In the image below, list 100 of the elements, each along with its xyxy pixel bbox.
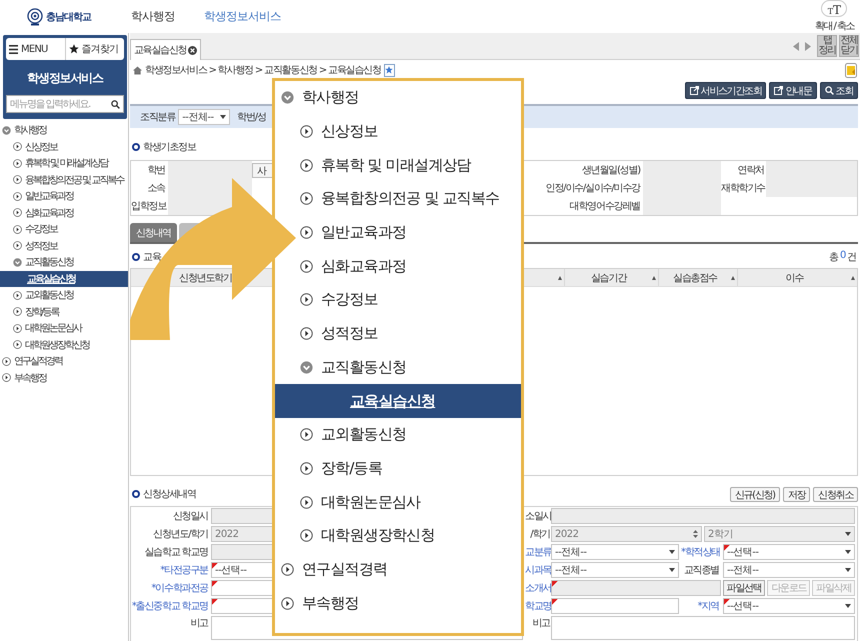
play-circle-icon[interactable] <box>2 356 11 366</box>
form-button[interactable]: 신청취소 <box>813 486 858 502</box>
play-circle-icon[interactable] <box>281 562 294 576</box>
down-circle-icon[interactable] <box>2 126 11 135</box>
menu-item[interactable]: 융복합창의전공 및 교직복수 <box>13 172 128 188</box>
menu-item[interactable]: 교외활동신청 <box>300 418 521 452</box>
caret-icon <box>669 568 675 572</box>
down-circle-icon[interactable] <box>281 91 294 104</box>
menu-item[interactable]: 부속행정 <box>281 586 521 620</box>
menu-item[interactable]: 대학원생장학신청 <box>300 518 521 553</box>
menu-item[interactable]: 휴복학 및 미래설계상담 <box>300 148 521 182</box>
text-size-button[interactable]: TT <box>821 0 848 17</box>
play-circle-icon[interactable] <box>13 175 22 184</box>
tab-tool-button[interactable]: 탭 정리 <box>817 35 837 57</box>
sort-icon[interactable] <box>731 276 735 280</box>
input-field[interactable] <box>551 598 679 614</box>
play-circle-icon[interactable] <box>13 241 22 250</box>
menu-item[interactable]: 성적정보 <box>13 238 128 254</box>
menu-item[interactable]: 교직활동신청 <box>13 254 128 270</box>
number-field[interactable]: 2022 <box>551 526 702 542</box>
dropdown[interactable]: --전체-- <box>551 544 679 560</box>
menu-icon <box>9 44 18 54</box>
menu-item[interactable]: 대학원생장학신청 <box>13 336 128 353</box>
menu-item[interactable]: 신상정보 <box>300 114 521 148</box>
menu-button[interactable]: MENU <box>6 38 64 60</box>
play-circle-icon[interactable] <box>13 208 22 218</box>
menu-item[interactable]: 연구실적경력 <box>281 552 521 586</box>
search-field[interactable]: 메뉴명을 입력하세요. <box>6 95 124 113</box>
play-circle-icon[interactable] <box>300 293 313 306</box>
dropdown[interactable]: --선택-- <box>723 544 855 560</box>
play-circle-icon[interactable] <box>13 158 22 168</box>
menu-item[interactable]: 성적정보 <box>300 316 521 350</box>
menu-item[interactable]: 연구실적경력 <box>2 353 128 370</box>
dropdown[interactable]: --전체-- <box>551 562 679 578</box>
menu-item[interactable]: 휴복학 및 미래설계상담 <box>13 155 128 172</box>
form-button[interactable]: 저장 <box>782 486 810 502</box>
file-button[interactable]: 파일선택 <box>722 580 766 596</box>
dropdown[interactable]: 2학기 <box>704 526 855 542</box>
sort-icon[interactable] <box>558 276 562 280</box>
action-button[interactable]: 서비스기간조회 <box>684 82 766 99</box>
play-circle-icon[interactable] <box>300 260 313 273</box>
menu-item[interactable]: 장학/등록 <box>300 452 521 486</box>
tab[interactable]: 신청내역 <box>130 223 177 242</box>
play-circle-icon[interactable] <box>13 192 22 201</box>
favorites-button[interactable]: 즐겨찾기 <box>64 38 124 60</box>
menu-item[interactable]: 교외활동신청 <box>13 287 128 304</box>
menu-item[interactable]: 심화교육과정 <box>13 204 128 221</box>
menu-item[interactable]: 대학원논문심사 <box>13 320 128 336</box>
menu-item[interactable]: 장학/등록 <box>13 304 128 320</box>
down-circle-icon[interactable] <box>13 258 22 267</box>
favorite-button[interactable] <box>384 64 395 76</box>
menu-item[interactable]: 일반교육과정 <box>13 188 128 204</box>
menu-item[interactable]: 수강정보 <box>13 221 128 238</box>
play-circle-icon[interactable] <box>2 373 11 382</box>
menu-item[interactable]: 교육실습신청 <box>275 384 521 418</box>
action-button[interactable]: 조회 <box>820 82 858 99</box>
action-button[interactable]: 안내문 <box>769 82 817 99</box>
menu-item[interactable]: 부속행정 <box>2 370 128 386</box>
sort-icon[interactable] <box>851 276 855 280</box>
menu-item[interactable]: 교육실습신청 <box>0 270 128 287</box>
form-button[interactable]: 신규(신청) <box>730 486 780 502</box>
play-circle-icon[interactable] <box>300 125 313 138</box>
play-circle-icon[interactable] <box>300 462 313 475</box>
play-circle-icon[interactable] <box>300 158 313 172</box>
play-circle-icon[interactable] <box>300 192 313 206</box>
menu-item[interactable]: 수강정보 <box>300 283 521 317</box>
spinner-icon[interactable] <box>693 529 698 539</box>
play-circle-icon[interactable] <box>13 340 22 350</box>
play-circle-icon[interactable] <box>13 290 22 300</box>
home-icon[interactable] <box>133 66 142 74</box>
close-icon[interactable] <box>188 46 198 54</box>
menu-item[interactable]: 신상정보 <box>13 138 128 155</box>
nav-link[interactable]: 학사행정 <box>131 9 175 24</box>
sort-icon[interactable] <box>652 276 656 280</box>
play-circle-icon[interactable] <box>300 428 313 442</box>
play-circle-icon[interactable] <box>300 529 313 542</box>
menu-item[interactable]: 심화교육과정 <box>300 249 521 284</box>
menu-item[interactable]: 융복합창의전공 및 교직복수 <box>300 182 521 216</box>
dropdown[interactable]: --전체-- <box>178 109 230 125</box>
notebook-icon[interactable] <box>845 62 857 78</box>
menu-item[interactable]: 학사행정 <box>281 81 521 115</box>
down-circle-icon[interactable] <box>300 360 313 374</box>
play-circle-icon[interactable] <box>13 224 22 234</box>
menu-item[interactable]: 교직활동신청 <box>300 350 521 384</box>
play-circle-icon[interactable] <box>13 307 22 316</box>
menu-item[interactable]: 일반교육과정 <box>300 216 521 250</box>
play-circle-icon[interactable] <box>13 142 22 152</box>
play-circle-icon[interactable] <box>300 496 313 509</box>
play-circle-icon[interactable] <box>300 226 313 240</box>
dropdown[interactable]: --전체-- <box>723 562 855 578</box>
tab-tool-button[interactable]: 전체 닫기 <box>839 35 859 57</box>
menu-item[interactable]: 학사행정 <box>2 122 128 138</box>
play-circle-icon[interactable] <box>13 324 22 333</box>
nav-link[interactable]: 학생정보서비스 <box>204 9 281 24</box>
dropdown[interactable]: --선택-- <box>723 598 855 614</box>
play-circle-icon[interactable] <box>281 596 294 610</box>
play-circle-icon[interactable] <box>300 327 313 340</box>
tab[interactable]: 교육실습신청 <box>130 39 202 60</box>
search-icon[interactable] <box>111 100 120 108</box>
menu-item[interactable]: 대학원논문심사 <box>300 485 521 519</box>
